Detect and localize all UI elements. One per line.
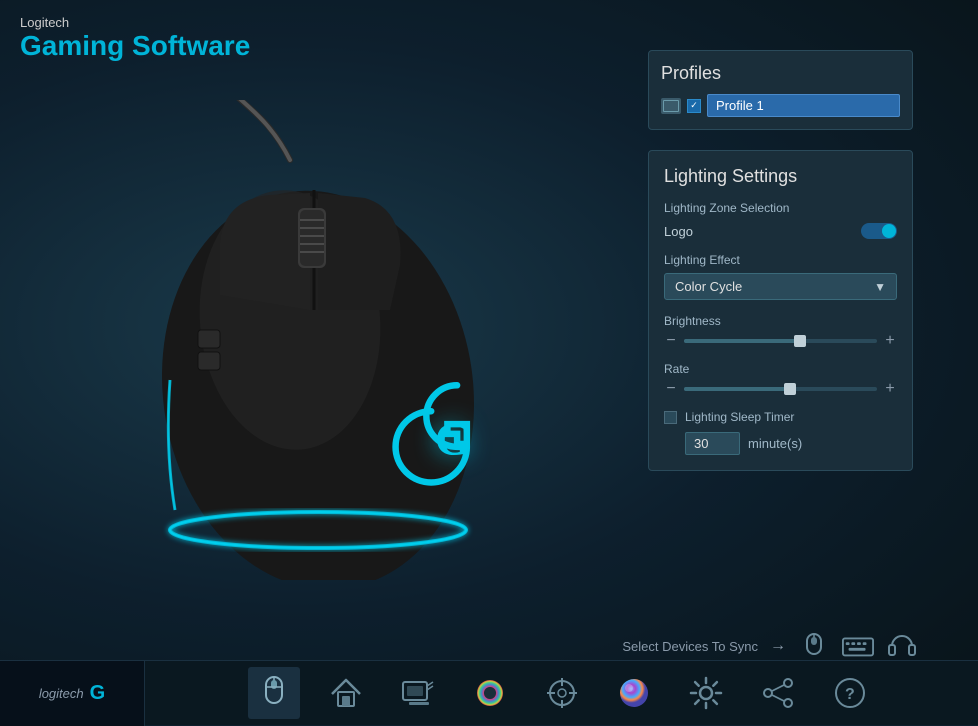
taskbar-share-icon <box>759 674 797 712</box>
taskbar-settings-icon <box>687 674 725 712</box>
effect-dropdown[interactable]: Color Cycle ▼ <box>664 273 897 300</box>
rate-decrease-button[interactable]: − <box>664 380 678 398</box>
brand-text: logitech <box>39 686 84 701</box>
logo-label: Logo <box>664 224 693 239</box>
brightness-label: Brightness <box>664 314 897 328</box>
rate-fill <box>684 387 790 391</box>
taskbar-items: ? <box>145 667 978 719</box>
mouse-sync-icon <box>799 633 829 659</box>
brightness-fill <box>684 339 800 343</box>
zone-selection-label: Lighting Zone Selection <box>664 201 897 215</box>
rate-track[interactable] <box>684 387 877 391</box>
brightness-increase-button[interactable]: + <box>883 332 897 350</box>
taskbar-aurora-button[interactable] <box>608 667 660 719</box>
taskbar-home-icon <box>327 674 365 712</box>
logo-zone-row: Logo <box>664 223 897 239</box>
mouse-preview: G <box>30 80 610 600</box>
taskbar-help-icon: ? <box>831 674 869 712</box>
brand-logo-icon: G <box>90 682 106 705</box>
chevron-down-icon: ▼ <box>874 280 886 294</box>
brand-area: logitech G <box>0 661 145 726</box>
taskbar-home-button[interactable] <box>320 667 372 719</box>
taskbar-share-button[interactable] <box>752 667 804 719</box>
app-title: Gaming Software <box>20 30 250 62</box>
brightness-thumb[interactable] <box>794 335 806 347</box>
taskbar-settings-button[interactable] <box>680 667 732 719</box>
rate-control: − + <box>664 380 897 398</box>
profile-name[interactable]: Profile 1 <box>707 94 900 117</box>
headset-sync-icon <box>887 632 917 660</box>
sync-arrow-icon: → <box>770 637 786 655</box>
profile-row: Profile 1 <box>661 94 900 117</box>
app-header: Logitech Gaming Software <box>20 15 250 62</box>
brightness-slider-row: Brightness − + <box>664 314 897 350</box>
brightness-track[interactable] <box>684 339 877 343</box>
taskbar-spectrum-icon <box>471 674 509 712</box>
effect-value: Color Cycle <box>675 279 742 294</box>
brand-label: Logitech <box>20 15 250 30</box>
taskbar-crosshair-icon <box>543 674 581 712</box>
keyboard-sync-icon <box>842 633 874 659</box>
sync-keyboard-button[interactable] <box>842 632 874 660</box>
taskbar-profile-icon <box>399 674 437 712</box>
taskbar-mouse-icon <box>255 674 293 712</box>
lighting-title: Lighting Settings <box>664 166 897 187</box>
taskbar-aurora-icon <box>615 674 653 712</box>
sync-headset-button[interactable] <box>886 632 918 660</box>
rate-thumb[interactable] <box>784 383 796 395</box>
taskbar: logitech G <box>0 660 978 725</box>
svg-text:?: ? <box>845 686 855 703</box>
rate-label: Rate <box>664 362 897 376</box>
brightness-control: − + <box>664 332 897 350</box>
sleep-timer-checkbox[interactable] <box>664 411 677 424</box>
brightness-decrease-button[interactable]: − <box>664 332 678 350</box>
profile-file-icon <box>661 98 681 114</box>
taskbar-help-button[interactable]: ? <box>824 667 876 719</box>
sync-text: Select Devices To Sync <box>622 639 758 654</box>
sleep-timer-input[interactable] <box>685 432 740 455</box>
effect-label: Lighting Effect <box>664 253 897 267</box>
rate-increase-button[interactable]: + <box>883 380 897 398</box>
sleep-timer-input-row: minute(s) <box>685 432 897 455</box>
taskbar-profile-button[interactable] <box>392 667 444 719</box>
sync-bar: Select Devices To Sync → <box>622 632 918 660</box>
sync-mouse-button[interactable] <box>798 632 830 660</box>
lighting-panel: Lighting Settings Lighting Zone Selectio… <box>648 150 913 471</box>
sleep-timer-row: Lighting Sleep Timer <box>664 410 897 424</box>
taskbar-mouse-button[interactable] <box>248 667 300 719</box>
svg-text:G: G <box>435 413 471 465</box>
sleep-timer-unit: minute(s) <box>748 436 802 451</box>
mouse-svg: G <box>70 100 570 580</box>
sleep-timer-label: Lighting Sleep Timer <box>685 410 794 424</box>
logo-toggle[interactable] <box>861 223 897 239</box>
profiles-title: Profiles <box>661 63 900 84</box>
toggle-knob <box>882 224 896 238</box>
profiles-panel: Profiles Profile 1 <box>648 50 913 130</box>
taskbar-spectrum-button[interactable] <box>464 667 516 719</box>
taskbar-crosshair-button[interactable] <box>536 667 588 719</box>
profile-checkbox[interactable] <box>687 99 701 113</box>
rate-slider-row: Rate − + <box>664 362 897 398</box>
